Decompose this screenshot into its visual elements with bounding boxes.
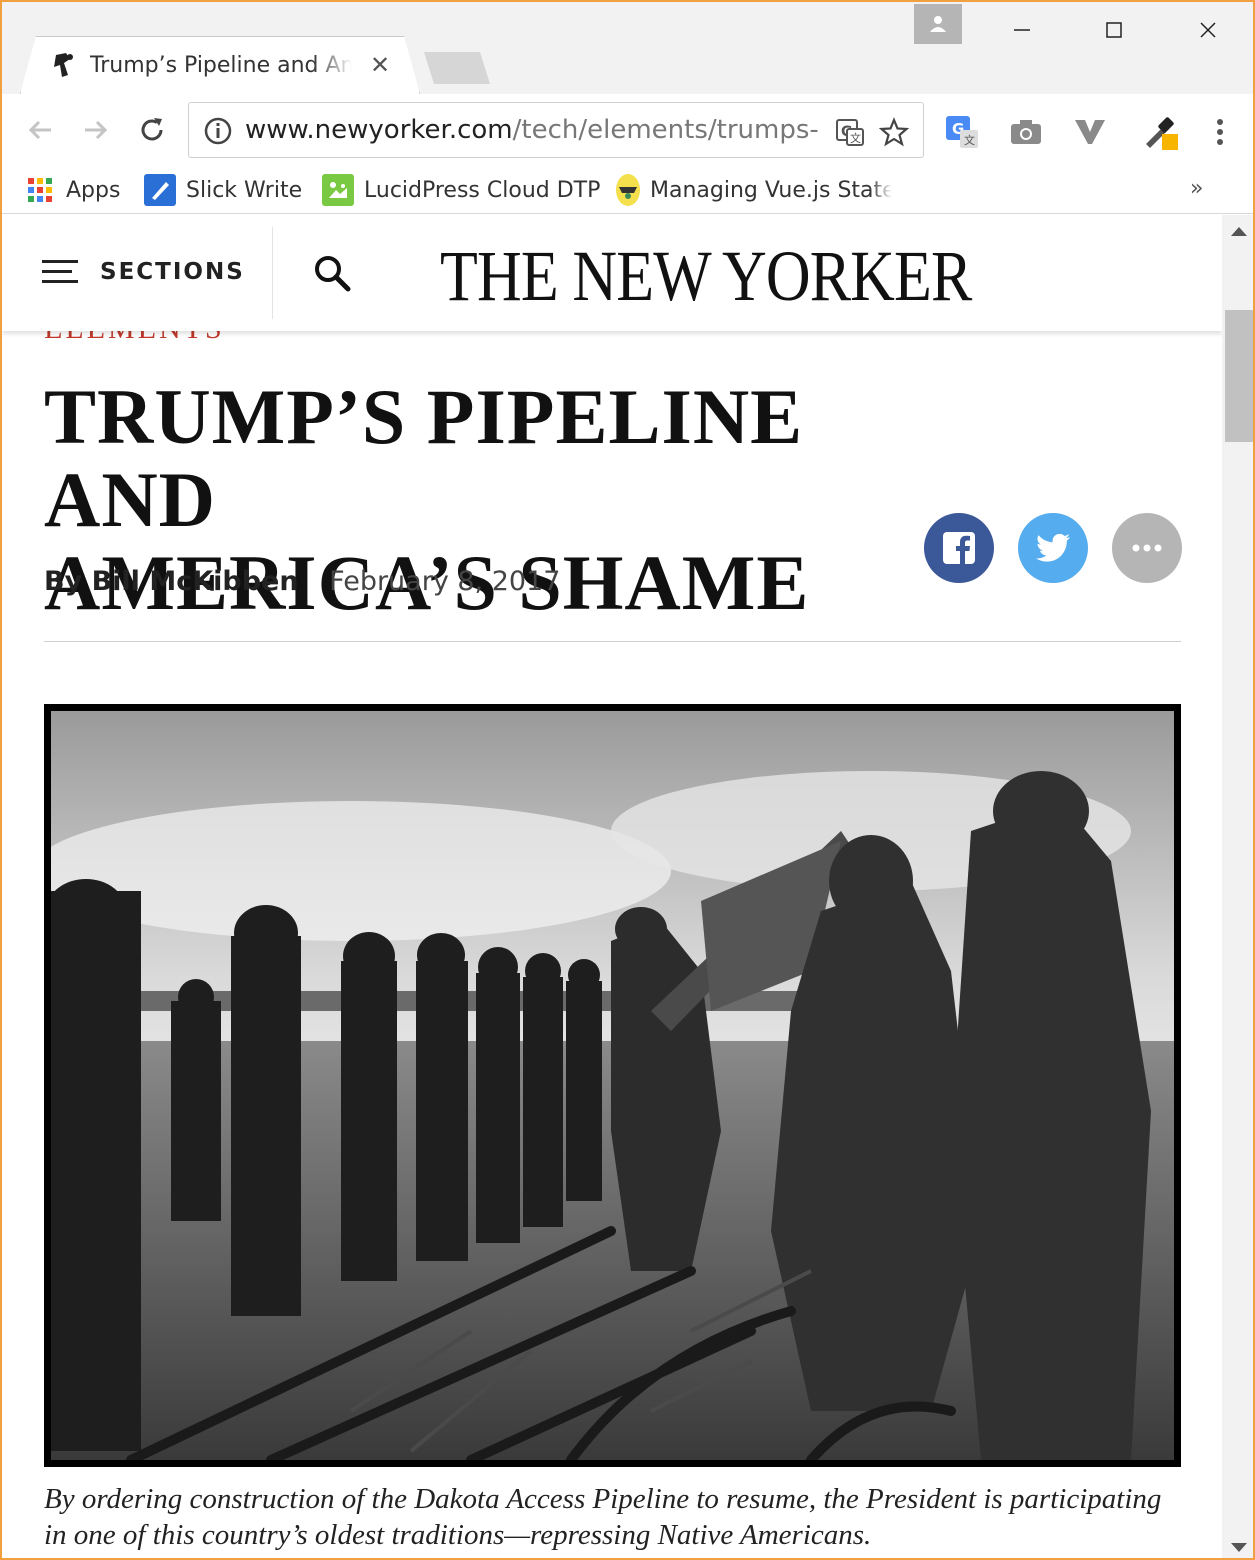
eyedropper-extension-icon[interactable] [1142, 112, 1182, 152]
reload-icon [141, 118, 163, 141]
back-arrow-icon [28, 120, 51, 140]
minimize-button[interactable] [982, 6, 1062, 54]
bookmarks-bar: Apps Slick Write LucidPress Cloud DTP Ma… [2, 166, 1253, 214]
svg-text:文: 文 [964, 133, 975, 147]
scroll-down-arrow-icon[interactable] [1231, 1543, 1247, 1552]
page-viewport: SECTIONS THE NEW YORKER ELEMENTS TRUMP’S… [2, 215, 1222, 1558]
bookmark-label: Slick Write [186, 177, 303, 203]
camera-extension-icon[interactable] [1006, 112, 1046, 152]
caption-line-2: in one of this country’s oldest traditio… [44, 1519, 872, 1551]
site-header: SECTIONS THE NEW YORKER [2, 215, 1222, 331]
maximize-icon [1106, 22, 1122, 38]
header-divider [272, 227, 273, 319]
tab-title: Trump’s Pipeline and America’s Shame [90, 52, 352, 78]
slick-write-icon [144, 174, 176, 206]
new-tab-button[interactable] [424, 52, 490, 84]
facebook-share-button[interactable] [924, 513, 994, 583]
translate-icon[interactable]: G文 [833, 115, 867, 149]
tab-close-icon[interactable]: ✕ [370, 51, 390, 79]
article-lead-photo[interactable] [44, 704, 1181, 1467]
tab-strip: Trump’s Pipeline and America’s Shame ✕ [2, 2, 1253, 94]
twitter-share-button[interactable] [1018, 513, 1088, 583]
scroll-thumb[interactable] [1225, 310, 1253, 442]
url-text: www.newyorker.com/tech/elements/trumps-p… [245, 115, 821, 145]
close-icon [1200, 22, 1216, 38]
info-icon[interactable] [203, 116, 233, 146]
chrome-menu-icon[interactable] [1200, 112, 1240, 152]
masthead-logo[interactable]: THE NEW YORKER [440, 235, 972, 318]
bookmark-apps[interactable]: Apps [24, 170, 120, 210]
vertical-scrollbar[interactable] [1222, 215, 1253, 1558]
caption-line-1: By ordering construction of the Dakota A… [44, 1483, 1162, 1515]
sections-label: SECTIONS [100, 259, 245, 285]
hamburger-icon [42, 260, 78, 284]
profile-button[interactable] [914, 4, 962, 44]
vue-state-icon [616, 174, 640, 206]
bookmarks-overflow-icon[interactable]: » [1190, 176, 1203, 201]
close-window-button[interactable] [1168, 6, 1248, 54]
new-yorker-favicon-icon [50, 51, 78, 79]
byline: By Bill McKibben February 8, 2017 [44, 566, 560, 597]
bookmark-vue-state[interactable]: Managing Vue.js State [616, 170, 892, 210]
bookmark-label: LucidPress Cloud DTP [364, 177, 601, 203]
google-translate-extension-icon[interactable]: G文 [942, 112, 982, 152]
facebook-icon [943, 532, 975, 564]
forward-arrow-icon [85, 120, 108, 140]
minimize-icon [1014, 29, 1030, 31]
back-button[interactable] [18, 108, 62, 152]
search-icon[interactable] [312, 253, 352, 293]
author-link[interactable]: By Bill McKibben [44, 566, 299, 597]
maximize-button[interactable] [1074, 6, 1154, 54]
vimium-extension-icon[interactable] [1070, 112, 1110, 152]
svg-text:文: 文 [850, 131, 861, 145]
browser-toolbar: www.newyorker.com/tech/elements/trumps-p… [2, 94, 1253, 166]
more-share-button[interactable] [1112, 513, 1182, 583]
address-bar[interactable]: www.newyorker.com/tech/elements/trumps-p… [188, 102, 924, 158]
bookmark-label: Managing Vue.js State [650, 177, 892, 203]
scroll-up-arrow-icon[interactable] [1231, 227, 1247, 236]
reload-button[interactable] [130, 108, 174, 152]
person-icon [930, 16, 946, 32]
twitter-icon [1036, 533, 1070, 562]
protest-photo-illustration [51, 711, 1174, 1460]
photo-caption: By ordering construction of the Dakota A… [44, 1481, 1194, 1553]
sections-menu-button[interactable]: SECTIONS [42, 259, 245, 285]
bookmark-label: Apps [66, 177, 121, 203]
byline-divider [44, 641, 1181, 642]
browser-window: Trump’s Pipeline and America’s Shame ✕ [0, 0, 1255, 1560]
headline-line-1: TRUMP’S PIPELINE AND [44, 373, 804, 543]
apps-grid-icon [24, 174, 56, 206]
bookmark-star-icon[interactable] [877, 115, 911, 149]
lucidpress-icon [322, 174, 354, 206]
bookmark-slick-write[interactable]: Slick Write [144, 170, 302, 210]
more-dots-icon [1132, 544, 1162, 552]
bookmark-lucidpress[interactable]: LucidPress Cloud DTP [322, 170, 600, 210]
forward-button[interactable] [74, 108, 118, 152]
active-tab[interactable]: Trump’s Pipeline and America’s Shame ✕ [20, 36, 420, 94]
publish-date: February 8, 2017 [329, 566, 561, 597]
